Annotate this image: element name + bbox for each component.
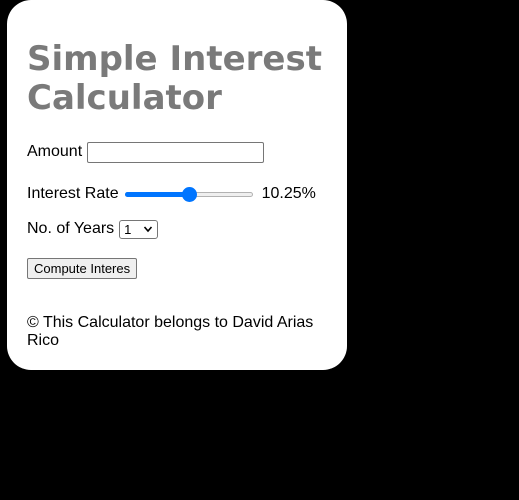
page-title: Simple Interest Calculator xyxy=(27,40,327,118)
footer-copyright: © This Calculator belongs to David Arias… xyxy=(27,314,314,349)
amount-label: Amount xyxy=(27,143,83,160)
years-label: No. of Years xyxy=(27,220,115,237)
button-row: Compute Interes xyxy=(27,258,327,279)
chevron-down-icon xyxy=(144,225,153,232)
years-select[interactable]: 1 xyxy=(119,219,159,239)
years-row: No. of Years 1 xyxy=(27,219,327,239)
amount-input[interactable] xyxy=(87,141,265,163)
amount-row: Amount xyxy=(27,141,327,163)
years-selected-value: 1 xyxy=(124,221,132,237)
title-line-2: Calculator xyxy=(27,78,222,118)
interest-rate-slider[interactable] xyxy=(124,186,253,202)
title-line-1: Simple Interest xyxy=(27,39,322,79)
interest-rate-row: Interest Rate 10.25% xyxy=(27,183,327,205)
slider-thumb[interactable] xyxy=(181,187,197,202)
calculator-card: Simple Interest Calculator Amount Intere… xyxy=(7,0,347,370)
slider-fill xyxy=(124,192,189,197)
interest-rate-value: 10.25% xyxy=(261,185,316,202)
interest-rate-label: Interest Rate xyxy=(27,185,119,202)
compute-interest-button[interactable]: Compute Interes xyxy=(27,258,138,279)
